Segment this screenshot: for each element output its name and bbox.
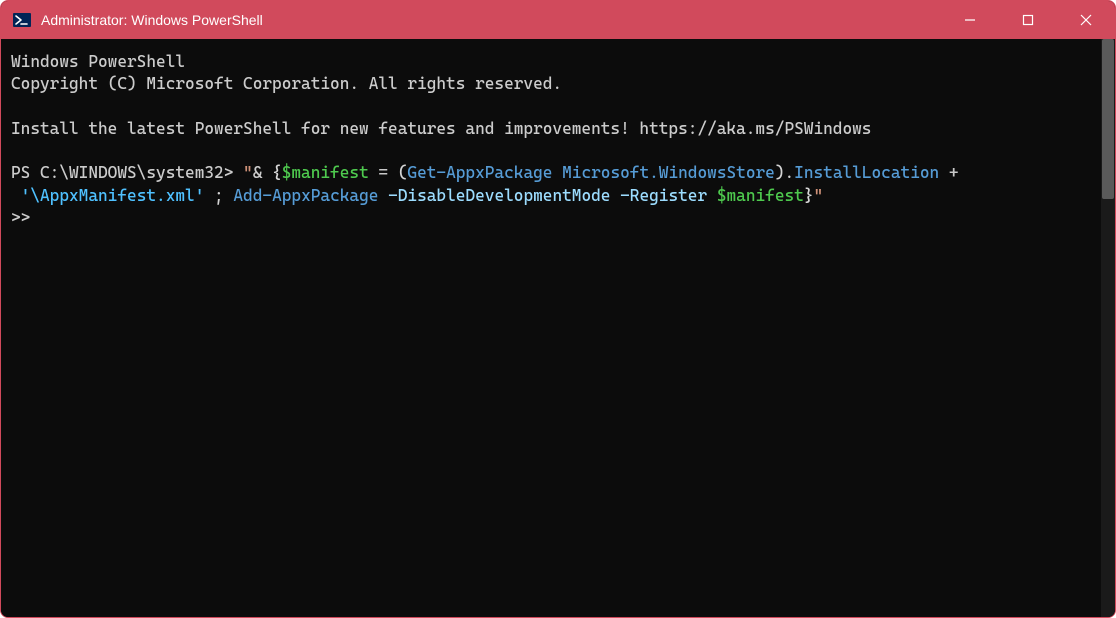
maximize-icon bbox=[1022, 14, 1034, 26]
token-brace: { bbox=[272, 163, 282, 182]
close-icon bbox=[1080, 14, 1092, 26]
maximize-button[interactable] bbox=[999, 1, 1057, 39]
token-paren: ) bbox=[775, 163, 785, 182]
minimize-icon bbox=[964, 14, 976, 26]
output-line: Copyright (C) Microsoft Corporation. All… bbox=[11, 74, 562, 93]
window-controls bbox=[941, 1, 1115, 39]
token-operator: & bbox=[253, 163, 272, 182]
output-line: Install the latest PowerShell for new fe… bbox=[11, 119, 871, 138]
continuation-prompt: >> bbox=[11, 208, 30, 227]
token-operator: = bbox=[369, 163, 398, 182]
close-button[interactable] bbox=[1057, 1, 1115, 39]
token-param: -DisableDevelopmentMode bbox=[378, 186, 610, 205]
token-quote: " bbox=[243, 163, 253, 182]
token-argument: Microsoft.WindowsStore bbox=[562, 163, 775, 182]
token-brace: } bbox=[804, 186, 814, 205]
window-title: Administrator: Windows PowerShell bbox=[41, 12, 941, 28]
scrollbar-thumb[interactable] bbox=[1102, 39, 1114, 199]
token-variable: $manifest bbox=[282, 163, 369, 182]
powershell-window: Administrator: Windows PowerShell Window… bbox=[0, 0, 1116, 618]
token-semicolon: ; bbox=[204, 186, 233, 205]
token-paren: ( bbox=[398, 163, 408, 182]
prompt: PS C:\WINDOWS\system32> bbox=[11, 163, 243, 182]
token-string: '\AppxManifest.xml' bbox=[21, 186, 205, 205]
vertical-scrollbar[interactable] bbox=[1101, 39, 1115, 617]
token-cmdlet: Add-AppxPackage bbox=[233, 186, 378, 205]
token-operator: + bbox=[939, 163, 958, 182]
token-cmdlet: Get-AppxPackage bbox=[407, 163, 552, 182]
token-param: -Register bbox=[610, 186, 707, 205]
token-space bbox=[552, 163, 562, 182]
token-variable: $manifest bbox=[717, 186, 804, 205]
token-property: InstallLocation bbox=[794, 163, 939, 182]
terminal-area: Windows PowerShell Copyright (C) Microso… bbox=[1, 39, 1115, 617]
token-dot: . bbox=[785, 163, 795, 182]
output-line: Windows PowerShell bbox=[11, 52, 185, 71]
token-space bbox=[707, 186, 717, 205]
terminal-output[interactable]: Windows PowerShell Copyright (C) Microso… bbox=[1, 39, 1101, 617]
minimize-button[interactable] bbox=[941, 1, 999, 39]
token-space bbox=[11, 186, 21, 205]
token-quote: " bbox=[814, 186, 824, 205]
powershell-icon bbox=[13, 11, 31, 29]
titlebar[interactable]: Administrator: Windows PowerShell bbox=[1, 1, 1115, 39]
